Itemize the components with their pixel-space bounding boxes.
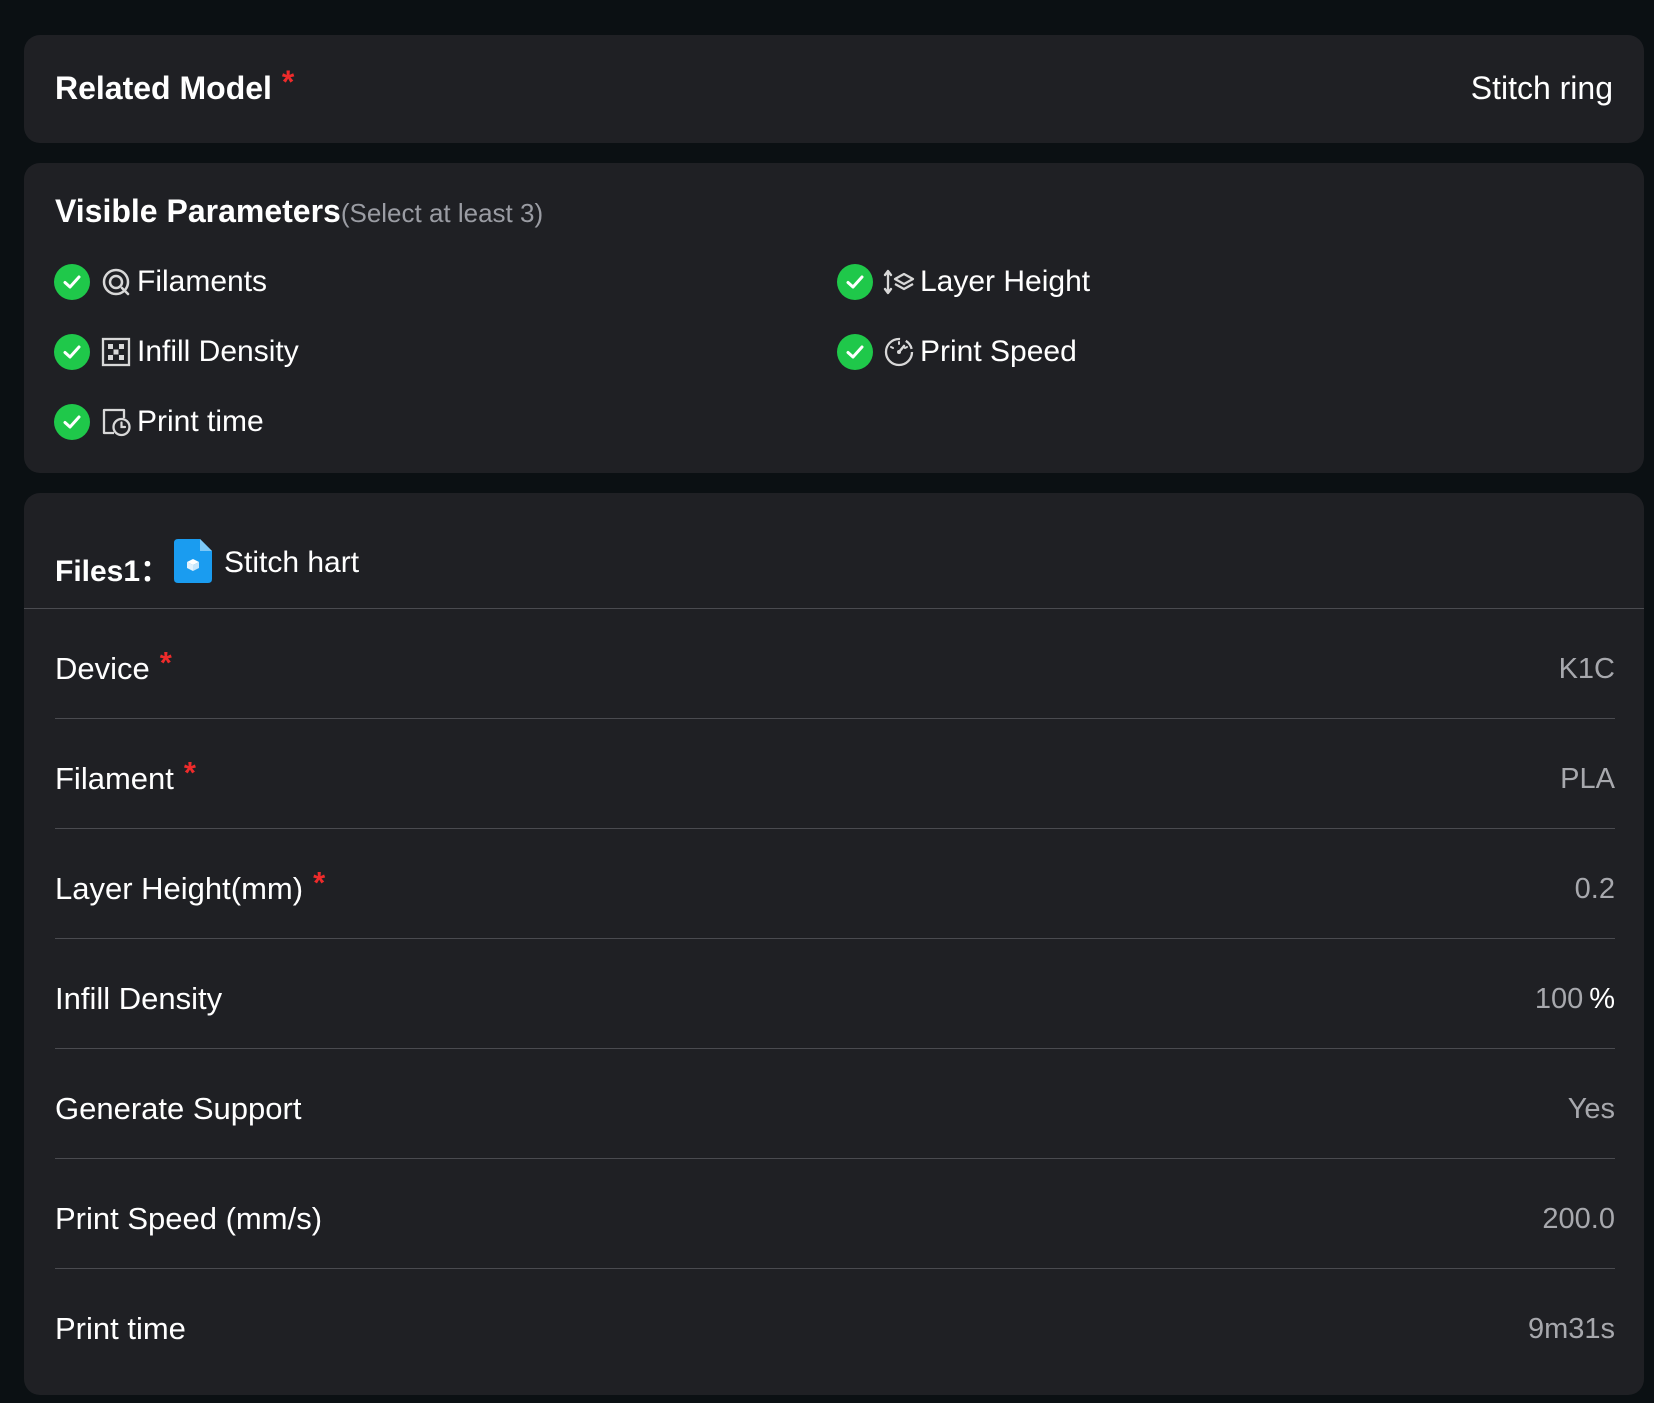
field-value[interactable]: PLA: [1560, 763, 1615, 796]
visible-parameters-hint: (Select at least 3): [340, 198, 544, 228]
param-filaments[interactable]: Filaments: [54, 262, 267, 302]
required-asterisk: *: [281, 64, 295, 100]
required-asterisk: *: [183, 755, 196, 790]
field-label: Filament *: [55, 755, 196, 797]
field-row-device[interactable]: Device * K1C: [55, 609, 1615, 719]
related-model-label-text: Related Model: [55, 70, 272, 106]
checkmark-icon[interactable]: [54, 404, 90, 440]
field-label: Device *: [55, 645, 172, 687]
param-print-time[interactable]: Print time: [54, 402, 264, 442]
visible-parameters-title: Visible Parameters(Select at least 3): [55, 193, 543, 230]
param-label: Print Speed: [920, 335, 1077, 368]
field-label: Generate Support: [55, 1091, 302, 1126]
print-time-icon: [100, 406, 132, 438]
param-layer-height[interactable]: Layer Height: [837, 262, 1090, 302]
speedometer-icon: [883, 336, 915, 368]
visible-parameters-title-text: Visible Parameters: [55, 193, 341, 229]
checkmark-icon[interactable]: [54, 264, 90, 300]
checkmark-icon[interactable]: [837, 264, 873, 300]
field-label-text: Device: [55, 651, 150, 686]
param-label: Layer Height: [920, 265, 1091, 298]
field-row-layer-height[interactable]: Layer Height(mm) * 0.2: [55, 829, 1615, 939]
visible-parameters-card: Visible Parameters(Select at least 3) Fi…: [24, 163, 1644, 473]
field-label: Print Speed (mm/s): [55, 1201, 323, 1236]
field-value[interactable]: K1C: [1559, 653, 1615, 686]
field-label: Layer Height(mm) *: [55, 865, 325, 907]
field-row-print-speed[interactable]: Print Speed (mm/s) 200.0: [55, 1159, 1615, 1269]
field-unit: %: [1589, 983, 1615, 1015]
field-label: Print time: [55, 1311, 186, 1346]
infill-grid-icon: [100, 336, 132, 368]
param-label: Filaments: [137, 265, 268, 298]
file-name[interactable]: Stitch hart: [224, 546, 359, 580]
related-model-label: Related Model *: [55, 64, 294, 107]
files-label: Files1：: [55, 555, 171, 588]
model-file-icon: [174, 539, 212, 583]
field-value[interactable]: 0.2: [1575, 873, 1615, 906]
field-label-text: Filament: [55, 761, 174, 796]
related-model-card[interactable]: Related Model * Stitch ring: [24, 35, 1644, 143]
field-value-text: 100: [1534, 983, 1584, 1015]
related-model-value[interactable]: Stitch ring: [1471, 70, 1613, 107]
required-asterisk: *: [313, 865, 326, 900]
files-header: Files1： Stitch hart: [24, 493, 1644, 609]
checkmark-icon[interactable]: [837, 334, 873, 370]
field-value[interactable]: 200.0: [1542, 1203, 1615, 1236]
param-print-speed[interactable]: Print Speed: [837, 332, 1077, 372]
filament-spool-icon: [100, 266, 132, 298]
param-label: Infill Density: [137, 335, 299, 368]
required-asterisk: *: [159, 645, 172, 680]
field-label-text: Layer Height(mm): [55, 871, 304, 906]
files-card: Files1： Stitch hart Device * K1C Filament…: [24, 493, 1644, 1395]
checkmark-icon[interactable]: [54, 334, 90, 370]
field-row-print-time[interactable]: Print time 9m31s: [55, 1269, 1615, 1379]
param-infill-density[interactable]: Infill Density: [54, 332, 299, 372]
field-value[interactable]: Yes: [1568, 1093, 1615, 1126]
layer-height-icon: [883, 266, 915, 298]
field-label: Infill Density: [55, 981, 223, 1016]
param-label: Print time: [137, 405, 264, 438]
field-value[interactable]: 9m31s: [1528, 1313, 1615, 1346]
field-row-infill-density[interactable]: Infill Density 100%: [55, 939, 1615, 1049]
field-row-generate-support[interactable]: Generate Support Yes: [55, 1049, 1615, 1159]
field-value[interactable]: 100%: [1535, 983, 1615, 1016]
field-row-filament[interactable]: Filament * PLA: [55, 719, 1615, 829]
